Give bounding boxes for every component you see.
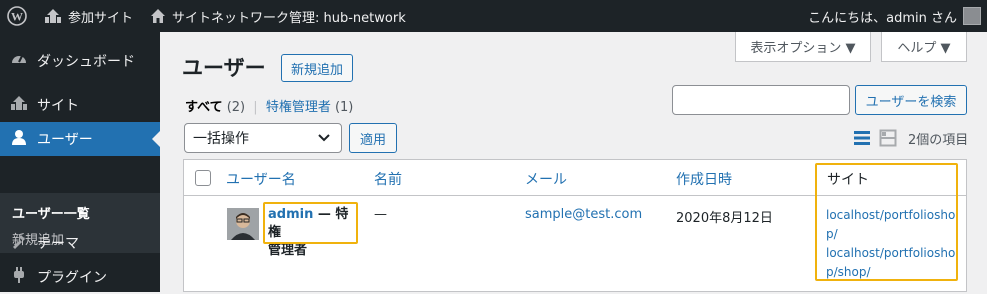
username-highlight [263,202,358,244]
dashboard-icon [10,50,28,72]
submenu-all-users[interactable]: ユーザー一覧 [12,203,90,222]
menu-users[interactable]: ユーザー [0,122,160,156]
user-search-input[interactable] [672,85,850,115]
column-registered[interactable]: 作成日時 [676,169,732,189]
excerpt-view-icon[interactable] [878,128,898,152]
home-icon [150,8,166,24]
page-title: ユーザー [182,56,266,80]
wordpress-logo-icon[interactable]: W [7,0,27,32]
add-new-button[interactable]: 新規追加 [281,54,353,82]
apply-button[interactable]: 適用 [349,123,397,153]
network-label: サイトネットワーク管理: hub-network [172,10,406,26]
svg-text:W: W [11,10,23,24]
sites-highlight [815,163,958,281]
menu-label: テーマ [37,236,79,252]
menu-label: サイト [37,98,79,114]
greeting-text: こんにちは、admin さん [808,10,957,26]
admin-sidebar: ダッシュボード サイト ユーザー ユーザー一覧 新規追加 テーマ プラグイン [0,32,160,292]
chevron-down-icon [317,131,331,149]
users-icon [10,128,28,150]
bulk-actions-select[interactable]: 一括操作 [184,123,342,153]
column-email[interactable]: メール [525,169,567,189]
filter-all-count: (2) [226,100,246,115]
filter-super-admin[interactable]: 特権管理者 [266,100,331,115]
themes-icon [10,232,28,254]
item-count: 2個の項目 [908,133,969,148]
select-all-checkbox[interactable] [195,170,211,186]
plugins-icon [10,266,28,288]
email-link[interactable]: sample@test.com [525,207,642,222]
role-label-cont: 管理者 [268,243,308,258]
my-sites-label: 参加サイト [68,10,134,26]
sites-icon [44,8,62,24]
screen-options-button[interactable]: 表示オプション ▼ [735,32,871,62]
menu-plugins[interactable]: プラグイン [0,260,160,294]
menu-label: プラグイン [37,270,107,286]
main-content: 表示オプション ▼ ヘルプ ▼ ユーザー 新規追加 すべて (2) | 特権管理… [160,32,987,292]
avatar [227,208,259,240]
menu-sites[interactable]: サイト [0,88,160,122]
sites-icon [10,95,28,115]
network-admin-menu[interactable]: サイトネットワーク管理: hub-network [150,0,406,32]
role-filters: すべて (2) | 特権管理者 (1) [185,96,353,115]
search-users-button[interactable]: ユーザーを検索 [855,85,967,115]
my-account-menu[interactable]: こんにちは、admin さん [808,0,981,32]
help-button[interactable]: ヘルプ ▼ [881,32,967,62]
column-name[interactable]: 名前 [374,169,402,189]
admin-bar: W 参加サイト サイトネットワーク管理: hub-network こんにちは、a… [0,0,987,32]
avatar-small [963,7,981,25]
filter-all[interactable]: すべて [185,100,223,115]
menu-themes[interactable]: テーマ [0,226,160,260]
menu-label: ダッシュボード [37,54,135,70]
menu-dashboard[interactable]: ダッシュボード [0,44,160,78]
filter-separator: | [253,100,258,115]
registered-cell: 2020年8月12日 [676,211,773,226]
list-view-icon[interactable] [852,128,872,152]
name-cell: — [374,207,387,222]
my-sites-menu[interactable]: 参加サイト [44,0,133,32]
bulk-actions-value: 一括操作 [193,131,249,147]
current-arrow [152,131,160,147]
menu-label: ユーザー [37,132,93,148]
column-username[interactable]: ユーザー名 [226,169,296,189]
filter-super-count: (1) [334,100,354,115]
